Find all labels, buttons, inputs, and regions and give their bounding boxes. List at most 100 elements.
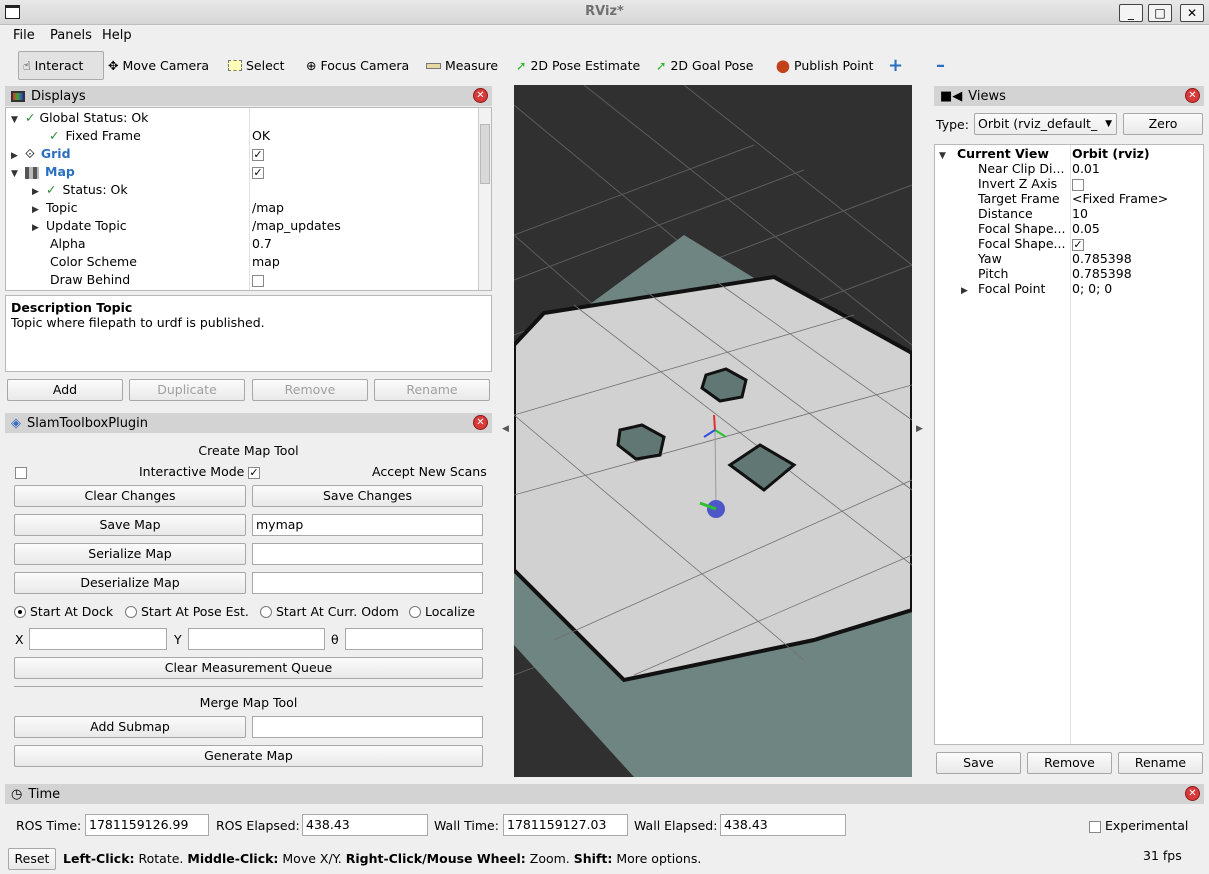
menu-help[interactable]: Help [102,28,132,43]
close-panel-icon[interactable]: ✕ [473,88,488,103]
tool-2d-pose-estimate[interactable]: ➚ 2D Pose Estimate [512,51,644,80]
ros-time-field[interactable]: 1781159126.99 [85,814,209,836]
tree-row-map-status[interactable]: ▶ ✓ Status: Ok [32,181,128,199]
interactive-mode-label: Interactive Mode [139,464,245,479]
clear-changes-button[interactable]: Clear Changes [14,485,246,507]
fixed-frame-value: OK [252,128,271,143]
tool-2d-goal-pose[interactable]: ➚ 2D Goal Pose [652,51,757,80]
submap-filename-input[interactable] [252,716,483,738]
views-tree: ▼ Current View Orbit (rviz) Near Clip Di.… [934,144,1204,745]
tree-row-topic[interactable]: ▶ Topic [32,199,77,217]
minimize-button[interactable]: _ [1119,4,1143,22]
radio-start-at-curr-odom[interactable]: Start At Curr. Odom [260,604,399,619]
wall-elapsed-field[interactable]: 438.43 [720,814,846,836]
menu-panels[interactable]: Panels [50,28,92,43]
title-bar: RViz* _ □ ✕ [0,0,1209,25]
window-title: RViz* [585,4,624,19]
tool-measure[interactable]: Measure [422,51,502,80]
zero-button[interactable]: Zero [1123,113,1203,135]
close-panel-icon[interactable]: ✕ [473,415,488,430]
deserialize-map-button[interactable]: Deserialize Map [14,572,246,594]
add-submap-button[interactable]: Add Submap [14,716,246,738]
theta-input[interactable] [345,628,483,650]
rename-display-button[interactable]: Rename [374,379,490,401]
serialize-map-button[interactable]: Serialize Map [14,543,246,565]
tree-row-fixed-frame[interactable]: ✓ Fixed Frame [49,127,141,145]
monitor-icon [11,90,25,102]
save-changes-button[interactable]: Save Changes [252,485,483,507]
tree-row-map[interactable]: ▼ Map [11,163,75,181]
color-scheme-value[interactable]: map [252,253,280,271]
clear-measurement-queue-button[interactable]: Clear Measurement Queue [14,657,483,679]
wall-time-field[interactable]: 1781159127.03 [503,814,628,836]
draw-behind-checkbox[interactable] [252,271,264,289]
tree-row-alpha[interactable]: Alpha [50,235,86,253]
create-map-tool-label: Create Map Tool [198,443,299,458]
collapse-right-icon[interactable]: ▶ [916,424,923,434]
y-input[interactable] [188,628,325,650]
collapse-left-icon[interactable]: ◀ [502,424,509,434]
alpha-value[interactable]: 0.7 [252,235,272,253]
close-window-button[interactable]: ✕ [1180,4,1204,22]
rename-view-button[interactable]: Rename [1118,752,1203,774]
add-display-button[interactable]: Add [7,379,123,401]
green-arrow-icon: ➚ [516,58,527,73]
diamond-icon: ◈ [11,415,21,431]
save-view-button[interactable]: Save [936,752,1021,774]
grid-enabled-checkbox[interactable]: ✓ [252,145,264,163]
maximize-button[interactable]: □ [1148,4,1172,22]
wall-time-label: Wall Time: [434,818,499,833]
x-input[interactable] [29,628,167,650]
tree-row-grid[interactable]: ▶ ⟐ Grid [11,145,71,163]
hand-icon: ☝ [23,58,31,73]
map-pin-icon: ⬤ [776,58,790,73]
tool-focus-camera[interactable]: ⊕ Focus Camera [302,51,413,80]
map-name-input[interactable]: mymap [252,514,483,536]
tree-row-global-status[interactable]: ▼ ✓ Global Status: Ok [11,109,148,127]
interactive-mode-checkbox[interactable]: ✓ [248,464,260,479]
remove-display-button[interactable]: Remove [252,379,368,401]
displays-scrollbar[interactable] [478,108,491,290]
topic-value[interactable]: /map [252,199,284,217]
generate-map-button[interactable]: Generate Map [14,745,483,767]
tool-interact[interactable]: ☝ Interact [18,51,104,80]
tool-move-camera[interactable]: ✥ Move Camera [104,51,213,80]
displays-title: Displays [31,88,86,104]
experimental-checkbox[interactable]: Experimental [1089,818,1188,833]
reset-button[interactable]: Reset [8,848,56,870]
view-type-select[interactable]: Orbit (rviz_default_ ▼ [974,113,1117,135]
radio-start-at-pose-est[interactable]: Start At Pose Est. [125,604,249,619]
render-viewport[interactable] [514,85,912,777]
tool-publish-point[interactable]: ⬤ Publish Point [772,51,878,80]
radio-start-at-dock[interactable]: Start At Dock [14,604,113,619]
deserialize-filename-input[interactable] [252,572,483,594]
description-box: Description Topic Topic where filepath t… [5,295,492,372]
wall-elapsed-label: Wall Elapsed: [634,818,718,833]
update-topic-value[interactable]: /map_updates [252,217,341,235]
map-icon [25,166,39,179]
unlabeled-checkbox[interactable] [15,464,27,479]
tree-row-update-topic[interactable]: ▶ Update Topic [32,217,127,235]
close-panel-icon[interactable]: ✕ [1185,786,1200,801]
view-prop-focal-point[interactable]: ▶ Focal Point [961,280,1045,298]
menu-file[interactable]: File [13,28,35,43]
tool-select[interactable]: Select [224,51,289,80]
duplicate-display-button[interactable]: Duplicate [129,379,245,401]
tool-bar: ☝ Interact ✥ Move Camera Select ⊕ Focus Cam… [8,48,968,82]
map-enabled-checkbox[interactable]: ✓ [252,163,264,181]
move-icon: ✥ [108,58,119,73]
remove-tool-button[interactable]: – [932,51,949,80]
ros-elapsed-field[interactable]: 438.43 [302,814,428,836]
tree-row-color-scheme[interactable]: Color Scheme [50,253,137,271]
focal-point-value[interactable]: 0; 0; 0 [1072,280,1112,298]
remove-view-button[interactable]: Remove [1027,752,1112,774]
tree-row-draw-behind[interactable]: Draw Behind [50,271,130,289]
menu-bar: File Panels Help [0,26,1209,46]
close-panel-icon[interactable]: ✕ [1185,88,1200,103]
save-map-button[interactable]: Save Map [14,514,246,536]
serialize-filename-input[interactable] [252,543,483,565]
grid-icon: ⟐ [25,146,35,161]
minus-icon: – [936,55,945,76]
radio-localize[interactable]: Localize [409,604,475,619]
add-tool-button[interactable]: + [884,51,907,80]
